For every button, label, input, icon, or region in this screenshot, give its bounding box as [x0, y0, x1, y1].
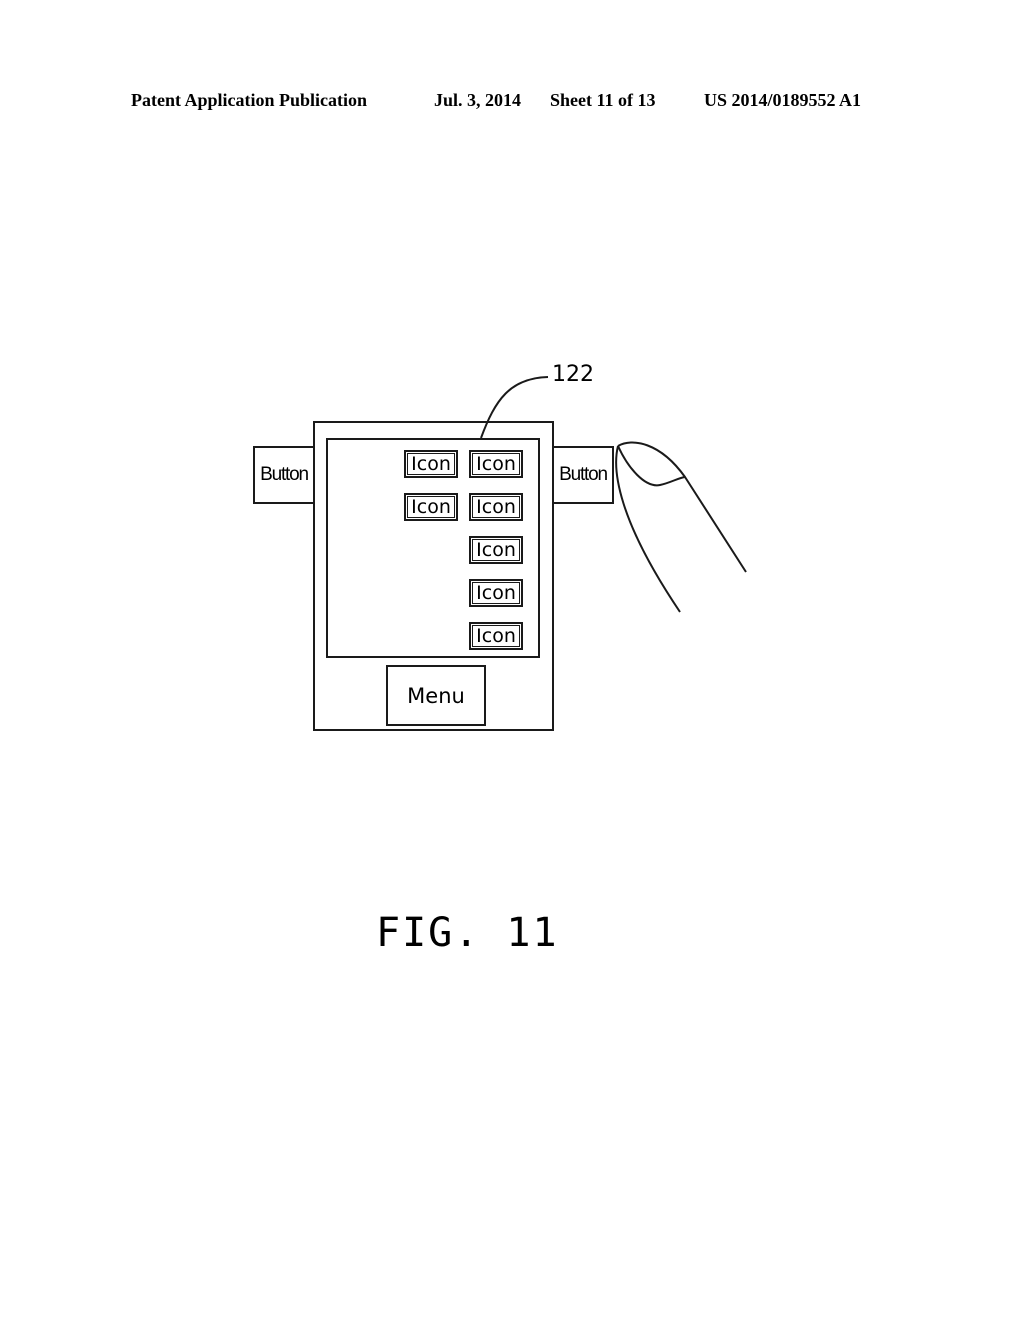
reference-numeral: 122	[552, 362, 594, 387]
figure-caption: FIG. 11	[376, 910, 559, 956]
figure-line-art	[480, 376, 747, 613]
finger-icon	[615, 441, 747, 613]
reference-leader-line	[480, 376, 549, 439]
